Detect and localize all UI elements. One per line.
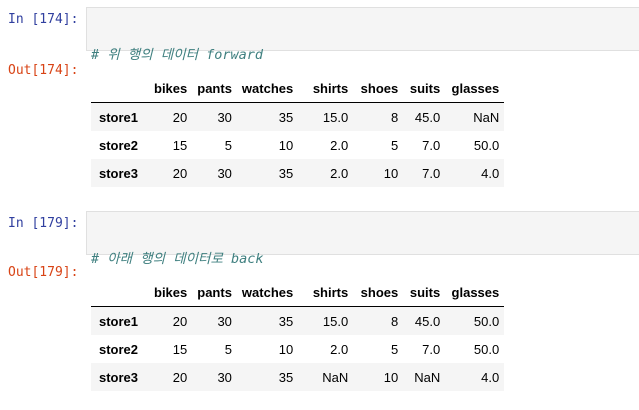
table-cell: 15.0 <box>322 313 349 329</box>
table-cell: NaN <box>414 369 441 385</box>
input-prompt: In [179]: <box>8 216 79 231</box>
table-cell: 10 <box>383 369 399 385</box>
table-header-row: bikes pants watches shirts shoes suits g… <box>91 278 505 307</box>
table-cell: 8 <box>391 109 399 125</box>
table-cell: 2.0 <box>330 341 349 357</box>
table-row: store1 20 30 35 15.0 8 45.0 NaN <box>91 102 505 131</box>
table-cell: 35 <box>278 369 294 385</box>
code-comment: # 아래 행의 데이터로 back <box>91 251 264 267</box>
column-header: suits <box>403 74 446 103</box>
table-cell: 10 <box>383 165 399 181</box>
table-cell: 7.0 <box>422 137 441 153</box>
row-index: store2 <box>99 137 139 153</box>
table-cell: 5 <box>391 137 399 153</box>
column-header: watches <box>236 74 299 103</box>
output-prompt: Out[174]: <box>8 63 79 78</box>
code-cell-editor[interactable]: # 위 행의 데이터 forward df.fillna(method= 'ff… <box>86 7 639 117</box>
column-header: shoes <box>353 74 404 103</box>
column-header: pants <box>192 278 237 307</box>
table-cell: 8 <box>391 313 399 329</box>
column-header: watches <box>236 278 299 307</box>
table-cell: 20 <box>172 109 188 125</box>
input-prompt: In [174]: <box>8 12 79 27</box>
column-header: glasses <box>445 278 505 307</box>
table-row: store1 20 30 35 15.0 8 45.0 50.0 <box>91 306 505 335</box>
row-index: store1 <box>99 109 139 125</box>
table-cell: 30 <box>217 109 232 125</box>
table-cell: 30 <box>217 369 232 385</box>
dataframe-table: bikes pants watches shirts shoes suits g… <box>91 74 505 187</box>
table-cell: 50.0 <box>473 313 500 329</box>
table-cell: 2.0 <box>330 137 349 153</box>
column-header: pants <box>192 74 237 103</box>
table-row: store2 15 5 10 2.0 5 7.0 50.0 <box>91 335 504 363</box>
table-cell: 35 <box>278 313 294 329</box>
table-row: store3 20 30 35 NaN 10 NaN 4.0 <box>91 363 505 391</box>
table-cell: 5 <box>224 341 232 357</box>
table-cell: NaN <box>322 369 349 385</box>
column-header: shirts <box>298 74 354 103</box>
row-index: store3 <box>99 369 139 385</box>
table-cell: 4.0 <box>481 165 500 181</box>
table-cell: 45.0 <box>414 109 441 125</box>
table-row: store2 15 5 10 2.0 5 7.0 50.0 <box>91 131 504 159</box>
output-prompt: Out[179]: <box>8 265 79 280</box>
table-cell: 4.0 <box>481 369 500 385</box>
table-cell: 50.0 <box>473 137 500 153</box>
code-cell-editor[interactable]: # 아래 행의 데이터로 back df.fillna(method= 'bfi… <box>86 211 639 321</box>
table-cell: 15 <box>172 341 188 357</box>
table-cell: 5 <box>224 137 232 153</box>
row-index: store2 <box>99 341 139 357</box>
table-cell: 15.0 <box>322 109 349 125</box>
table-row: store3 20 30 35 2.0 10 7.0 4.0 <box>91 159 505 187</box>
row-index: store1 <box>99 313 139 329</box>
table-cell: 10 <box>278 341 294 357</box>
table-cell: 5 <box>391 341 399 357</box>
code-comment: # 위 행의 데이터 forward <box>91 47 264 63</box>
column-header: shirts <box>298 278 354 307</box>
column-header: glasses <box>445 74 505 103</box>
dataframe-table: bikes pants watches shirts shoes suits g… <box>91 278 505 391</box>
table-cell: 35 <box>278 109 294 125</box>
table-cell: 30 <box>217 313 232 329</box>
index-header <box>91 74 149 103</box>
table-cell: 15 <box>172 137 188 153</box>
table-cell: 30 <box>217 165 232 181</box>
table-cell: 50.0 <box>473 341 500 357</box>
table-cell: 35 <box>278 165 294 181</box>
table-cell: 7.0 <box>422 341 441 357</box>
column-header: bikes <box>149 74 193 103</box>
column-header: shoes <box>353 278 404 307</box>
table-cell: 20 <box>172 313 188 329</box>
column-header: suits <box>403 278 446 307</box>
column-header: bikes <box>149 278 193 307</box>
table-header-row: bikes pants watches shirts shoes suits g… <box>91 74 505 103</box>
table-cell: 45.0 <box>414 313 441 329</box>
table-cell: 10 <box>278 137 294 153</box>
table-cell: 7.0 <box>422 165 441 181</box>
table-cell: 20 <box>172 165 188 181</box>
table-cell: NaN <box>473 109 500 125</box>
table-cell: 20 <box>172 369 188 385</box>
table-cell: 2.0 <box>330 165 349 181</box>
index-header <box>91 278 149 307</box>
row-index: store3 <box>99 165 139 181</box>
